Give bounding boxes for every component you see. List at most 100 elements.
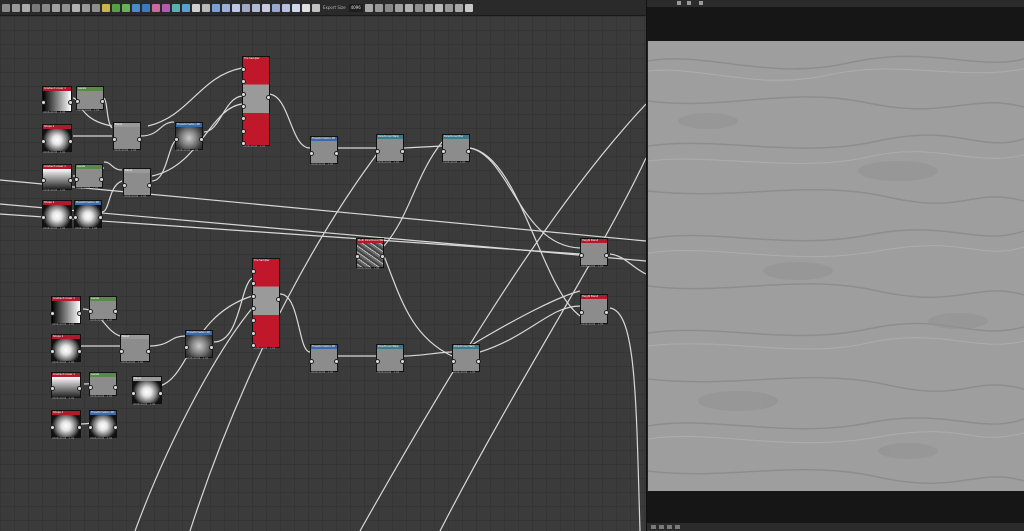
graph-node-blend[interactable]: Blend 4096x4096 · 1.00 [131,376,163,406]
output-pin[interactable] [77,386,82,391]
graph-node-gradient-linear-1[interactable]: Gradient Linear 1 4096x4096 · 1.00 [50,372,82,400]
input-pin[interactable] [251,306,256,311]
comment-icon[interactable] [384,3,393,12]
output-pin[interactable] [466,149,471,154]
warp-icon[interactable] [152,3,160,12]
undo-icon[interactable] [32,3,40,12]
input-pin[interactable] [119,349,124,354]
input-pin[interactable] [251,343,256,348]
curvature-icon[interactable] [262,3,270,12]
input-pin[interactable] [41,215,46,220]
pattern-icon[interactable] [182,3,190,12]
graph-node-transformation-2d[interactable]: Transformation 2D 4096x4096 · 1.00 [309,344,339,374]
graph-node-height-blend[interactable]: Height Blend 4096x4096 · 1.00 [579,238,609,268]
texture-preview[interactable] [648,41,1024,491]
graph-node-transformation-2d[interactable]: Transformation 2D 4096x4096 · 1.00 [88,410,118,440]
graph-node-directional-warp[interactable]: Directional Warp 4096x4096 · 1.00 [451,344,481,374]
output-pin[interactable] [380,254,385,259]
output-pin[interactable] [400,149,405,154]
camera-icon[interactable] [687,1,691,5]
layout-icon[interactable] [414,3,423,12]
sharpen-icon[interactable] [292,3,300,12]
graph-node-directional-blur[interactable]: Directional Blur 4096x4096 · 1.00 [441,134,471,164]
input-pin[interactable] [309,359,314,364]
graph-node-gradient-linear-1[interactable]: Gradient Linear 1 4096x4096 · 1.00 [41,86,73,114]
input-icon[interactable] [374,3,383,12]
graph-node-transformation-2d[interactable]: Transformation 2D 4096x4096 · 1.00 [73,200,103,230]
input-pin[interactable] [251,293,256,299]
graph-node-levels[interactable]: Levels 4096x4096 · 1.00 [74,164,104,190]
noise-icon[interactable] [162,3,170,12]
display-icon[interactable] [444,3,453,12]
output-pin[interactable] [113,425,118,430]
input-pin[interactable] [74,177,79,182]
input-pin[interactable] [241,128,246,134]
gradient-icon[interactable] [122,3,130,12]
output-pin[interactable] [113,385,118,390]
display-icon[interactable] [675,525,680,529]
graph-node-shape-1[interactable]: Shape 1 4096x4096 · 1.00 [50,334,82,364]
graph-node-blend[interactable]: Blend 4096x4096 · 1.00 [119,334,151,364]
new-icon[interactable] [2,3,10,12]
graph-node-levels[interactable]: Levels 4096x4096 · 1.00 [75,86,105,112]
brush-icon[interactable] [112,3,120,12]
delete-icon[interactable] [82,3,90,12]
graph-node-height-blend[interactable]: Height Blend 4096x4096 · 1.00 [579,294,609,326]
output-pin[interactable] [334,151,339,156]
height-icon[interactable] [242,3,250,12]
input-pin[interactable] [50,425,55,430]
graph-node-shape-1[interactable]: Shape 1 4096x4096 · 1.00 [41,200,73,230]
input-pin[interactable] [355,254,360,259]
frame-icon[interactable] [92,3,100,12]
input-pin[interactable] [375,149,380,154]
input-pin[interactable] [251,330,256,336]
input-pin[interactable] [88,425,93,430]
tile-icon[interactable] [454,3,463,12]
input-pin[interactable] [50,311,55,316]
graph-node-levels[interactable]: Levels 4096x4096 · 1.00 [88,372,118,398]
output-pin[interactable] [604,310,609,315]
cut-icon[interactable] [52,3,60,12]
save-icon[interactable] [22,3,30,12]
settings-icon[interactable] [667,525,672,529]
redo-icon[interactable] [42,3,50,12]
input-pin[interactable] [251,269,256,274]
filter-icon[interactable] [202,3,210,12]
input-pin[interactable] [88,309,93,314]
output-pin[interactable] [113,309,118,314]
graph-node-tile-sampler[interactable]: Tile Sampler 4096x4096 · 1.00 [251,258,281,350]
paste-icon[interactable] [72,3,80,12]
graph-node-shape-1[interactable]: Shape 1 4096x4096 · 1.00 [41,124,73,154]
ao-icon[interactable] [252,3,260,12]
grid-icon[interactable] [102,3,110,12]
output-pin[interactable] [334,359,339,364]
input-pin[interactable] [41,178,46,183]
input-pin[interactable] [375,359,380,364]
input-pin[interactable] [41,100,46,105]
histogram-icon[interactable] [222,3,230,12]
output-pin[interactable] [98,215,103,220]
output-pin[interactable] [77,425,82,430]
graph-node-shape-1[interactable]: Shape 1 4096x4096 · 1.00 [50,410,82,440]
emboss-icon[interactable] [312,3,320,12]
graph-node-blend[interactable]: Blend 4096x4096 · 1.00 [112,122,142,152]
view-icon[interactable] [434,3,443,12]
pin-icon[interactable] [404,3,413,12]
output-pin[interactable] [199,137,204,142]
output-pin[interactable] [68,100,73,105]
output-pin[interactable] [604,253,609,258]
output-pin[interactable] [147,183,152,188]
align-icon[interactable] [424,3,433,12]
zoom-icon[interactable] [464,3,473,12]
input-pin[interactable] [241,67,246,72]
transform-icon[interactable] [212,3,220,12]
output-pin[interactable] [400,359,405,364]
material-icon[interactable] [659,525,664,529]
input-pin[interactable] [73,215,78,220]
blend-icon[interactable] [132,3,140,12]
output-pin[interactable] [209,345,214,350]
output-pin[interactable] [99,177,104,182]
graph-node-tile-sampler[interactable]: Tile Sampler 4096x4096 · 1.00 [241,56,271,148]
input-pin[interactable] [184,345,189,350]
input-pin[interactable] [441,149,446,154]
